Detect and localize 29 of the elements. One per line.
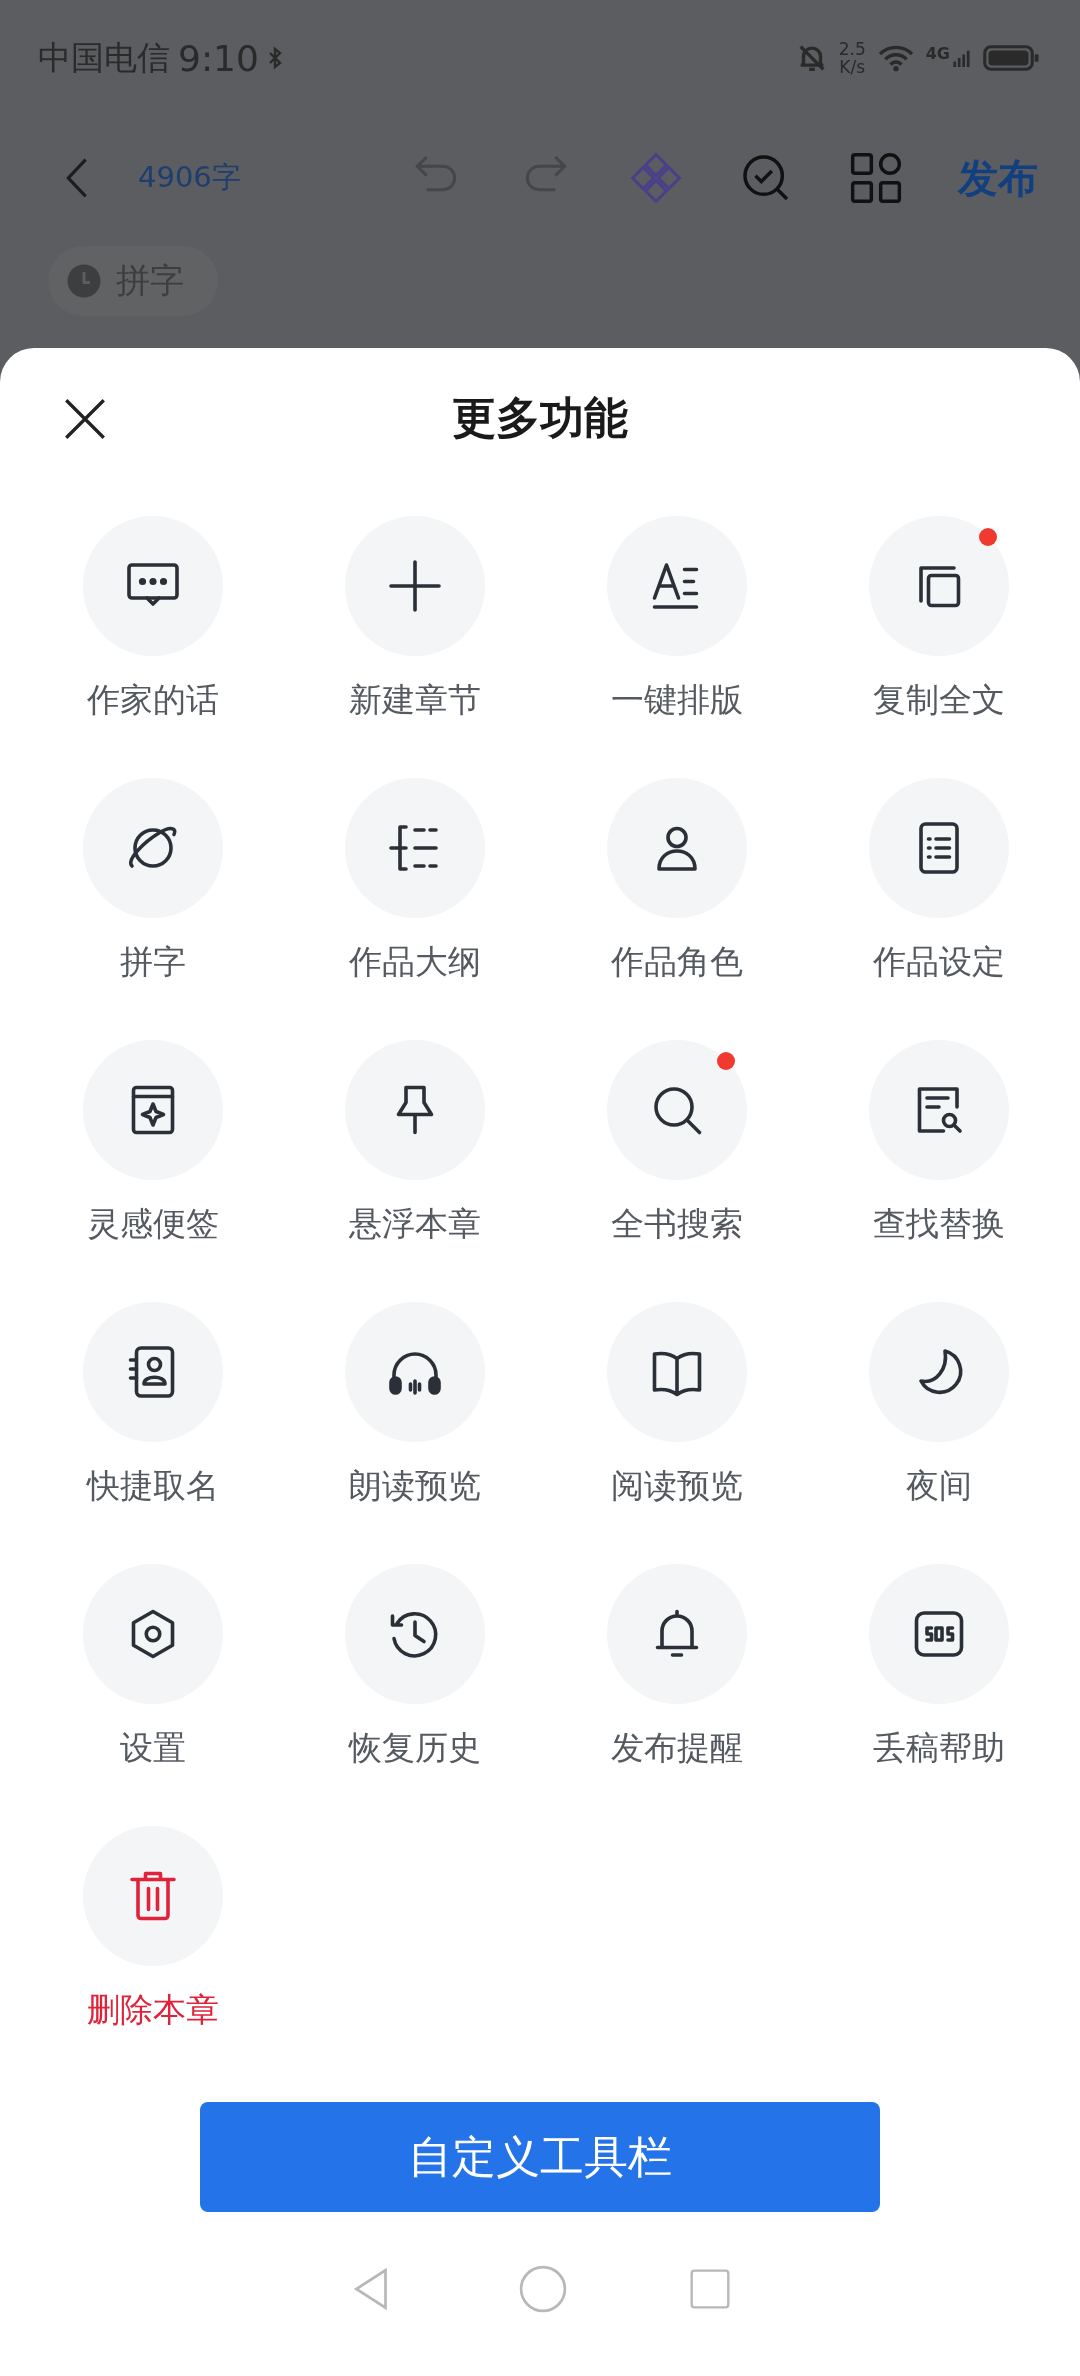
- feature-label: 查找替换: [873, 1203, 1005, 1245]
- feature-label: 快捷取名: [87, 1465, 219, 1507]
- customize-toolbar-button[interactable]: 自定义工具栏: [200, 2102, 880, 2212]
- feature-label: 悬浮本章: [349, 1203, 481, 1245]
- clock-icon: [66, 263, 102, 299]
- feature-label: 夜间: [906, 1465, 972, 1507]
- feature-label: 作品大纲: [349, 941, 481, 983]
- feature-label: 阅读预览: [611, 1465, 743, 1507]
- feature-label: 丢稿帮助: [873, 1727, 1005, 1769]
- feature-label: 发布提醒: [611, 1727, 743, 1769]
- feature-label: 删除本章: [87, 1989, 219, 2031]
- publish-link[interactable]: 发布: [958, 150, 1038, 206]
- feature-label: 作品设定: [873, 941, 1005, 983]
- feature-label: 全书搜索: [611, 1203, 743, 1245]
- feature-label: 新建章节: [349, 679, 481, 721]
- feature-label: 设置: [120, 1727, 186, 1769]
- feature-label: 作家的话: [87, 679, 219, 721]
- grid-icon[interactable]: [848, 150, 904, 206]
- feature-label: 一键排版: [611, 679, 743, 721]
- feature-label: 作品角色: [611, 941, 743, 983]
- battery-icon: [980, 43, 1042, 73]
- feature-label: 复制全文: [873, 679, 1005, 721]
- sheet-title: 更多功能: [452, 390, 628, 445]
- feature-label: 恢复历史: [349, 1727, 481, 1769]
- word-count: 4906字: [138, 159, 241, 196]
- feature-label: 拼字: [120, 941, 186, 983]
- bluetooth-icon: [266, 45, 283, 71]
- feature-label: 灵感便签: [87, 1203, 219, 1245]
- feature-label: 朗读预览: [349, 1465, 481, 1507]
